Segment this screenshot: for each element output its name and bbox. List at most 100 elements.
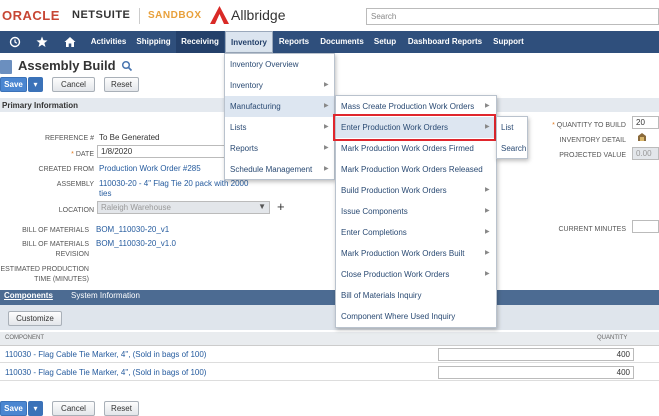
menu-close-work-orders[interactable]: Close Production Work Orders ▶ xyxy=(336,264,496,285)
components-table-header: COMPONENT QUANTITY xyxy=(0,332,659,346)
main-nav: Activities Shipping Receiving Inventory … xyxy=(0,31,659,53)
chevron-right-icon: ▶ xyxy=(324,103,329,109)
reference-label: REFERENCE # xyxy=(44,135,94,142)
menu-list[interactable]: List xyxy=(497,117,527,138)
menu-enter-completions[interactable]: Enter Completions ▶ xyxy=(336,222,496,243)
tab-components[interactable]: Components xyxy=(4,291,53,300)
projected-value-label: PROJECTED VALUE xyxy=(559,152,626,159)
bom-link[interactable]: BOM_110030-20_v1 xyxy=(96,225,169,235)
allbridge-logo-icon xyxy=(210,6,229,24)
logo-divider xyxy=(139,8,140,24)
component-quantity[interactable]: 400 xyxy=(438,366,634,379)
bom-revision-label-2: REVISION xyxy=(55,251,89,258)
company-name: Allbridge xyxy=(231,7,286,23)
current-minutes-label: CURRENT MINUTES xyxy=(558,226,626,233)
bottom-save-dropdown-button[interactable]: ▾ xyxy=(28,401,43,416)
history-icon[interactable] xyxy=(9,36,21,48)
chevron-right-icon: ▶ xyxy=(485,271,490,277)
cancel-button[interactable]: Cancel xyxy=(52,77,95,92)
location-label: LOCATION xyxy=(58,207,94,214)
date-field[interactable]: 1/8/2020 xyxy=(97,145,225,158)
component-quantity[interactable]: 400 xyxy=(438,348,634,361)
menu-bom-inquiry[interactable]: Bill of Materials Inquiry xyxy=(336,285,496,306)
reset-button[interactable]: Reset xyxy=(104,77,139,92)
customize-button[interactable]: Customize xyxy=(8,311,62,326)
menu-lists[interactable]: Lists ▶ xyxy=(225,117,334,138)
inventory-menu: Inventory Overview Inventory ▶ Manufactur… xyxy=(224,53,335,180)
nav-reports[interactable]: Reports xyxy=(275,31,313,53)
menu-mark-firmed[interactable]: Mark Production Work Orders Firmed xyxy=(336,138,496,159)
assembly-link-continued[interactable]: ties xyxy=(99,189,111,199)
menu-issue-components[interactable]: Issue Components ▶ xyxy=(336,201,496,222)
save-button[interactable]: Save xyxy=(0,77,27,92)
bom-label: BILL OF MATERIALS xyxy=(22,227,89,234)
highlight-box xyxy=(333,114,496,141)
location-value: Raleigh Warehouse xyxy=(101,203,171,212)
menu-build-work-orders[interactable]: Build Production Work Orders ▶ xyxy=(336,180,496,201)
chevron-right-icon: ▶ xyxy=(324,82,329,88)
chevron-right-icon: ▶ xyxy=(485,187,490,193)
top-bar: ORACLE NETSUITE SANDBOX Allbridge Search xyxy=(0,0,659,30)
menu-component-where-used[interactable]: Component Where Used Inquiry xyxy=(336,306,496,327)
nav-inventory[interactable]: Inventory xyxy=(225,31,273,53)
subtab-bar: Components System Information xyxy=(0,290,659,305)
column-component: COMPONENT xyxy=(5,335,44,341)
home-icon[interactable] xyxy=(64,36,76,48)
bottom-cancel-button[interactable]: Cancel xyxy=(52,401,95,416)
menu-search[interactable]: Search xyxy=(497,138,527,159)
nav-support[interactable]: Support xyxy=(490,31,527,53)
nav-receiving[interactable]: Receiving xyxy=(176,31,224,53)
quantity-label: * QUANTITY TO BUILD xyxy=(552,122,626,129)
menu-manufacturing[interactable]: Manufacturing ▶ xyxy=(225,96,334,117)
save-dropdown-button[interactable]: ▾ xyxy=(28,77,43,92)
projected-value-field: 0.00 xyxy=(632,147,659,160)
star-icon[interactable] xyxy=(36,36,48,48)
created-from-link[interactable]: Production Work Order #285 xyxy=(99,164,201,174)
nav-activities[interactable]: Activities xyxy=(86,31,131,53)
current-minutes-field[interactable] xyxy=(632,220,659,233)
bottom-reset-button[interactable]: Reset xyxy=(104,401,139,416)
table-row[interactable]: 110030 - Flag Cable Tie Marker, 4", (Sol… xyxy=(0,347,659,363)
chevron-down-icon: ▼ xyxy=(258,202,266,211)
nav-shipping[interactable]: Shipping xyxy=(133,31,174,53)
nav-dashboard-reports[interactable]: Dashboard Reports xyxy=(403,31,487,53)
date-label: * DATE xyxy=(71,151,94,158)
assembly-build-icon xyxy=(0,60,12,74)
assembly-link[interactable]: 110030-20 - 4" Flag Tie 20 pack with 200… xyxy=(99,179,248,189)
menu-mark-released[interactable]: Mark Production Work Orders Released xyxy=(336,159,496,180)
component-name[interactable]: 110030 - Flag Cable Tie Marker, 4", (Sol… xyxy=(5,350,206,359)
chevron-right-icon: ▶ xyxy=(485,208,490,214)
chevron-right-icon: ▶ xyxy=(324,166,329,172)
global-search-input[interactable]: Search xyxy=(366,8,659,25)
add-icon[interactable]: + xyxy=(277,199,285,214)
chevron-right-icon: ▶ xyxy=(324,124,329,130)
search-icon[interactable] xyxy=(121,60,133,72)
chevron-right-icon: ▶ xyxy=(324,145,329,151)
nav-setup[interactable]: Setup xyxy=(370,31,400,53)
netsuite-logo: NETSUITE xyxy=(72,9,131,21)
nav-documents[interactable]: Documents xyxy=(316,31,368,53)
menu-schedule-management[interactable]: Schedule Management ▶ xyxy=(225,159,334,180)
menu-inventory-overview[interactable]: Inventory Overview xyxy=(225,54,334,75)
sandbox-label: SANDBOX xyxy=(148,10,202,21)
assembly-label: ASSEMBLY xyxy=(56,181,94,188)
tab-system-information[interactable]: System Information xyxy=(71,291,140,300)
menu-inventory[interactable]: Inventory ▶ xyxy=(225,75,334,96)
enter-work-orders-submenu: List Search xyxy=(496,116,528,159)
bom-revision-link[interactable]: BOM_110030-20_v1.0 xyxy=(96,239,176,249)
est-time-label-1: ESTIMATED PRODUCTION xyxy=(0,266,89,273)
bottom-save-button[interactable]: Save xyxy=(0,401,27,416)
oracle-logo: ORACLE xyxy=(2,8,60,23)
inventory-detail-icon[interactable] xyxy=(636,131,648,143)
created-from-label: CREATED FROM xyxy=(38,166,94,173)
quantity-field[interactable]: 20 xyxy=(632,116,659,129)
est-time-label-2: TIME (MINUTES) xyxy=(34,276,89,283)
components-toolbar xyxy=(0,305,659,330)
location-select[interactable]: Raleigh Warehouse ▼ xyxy=(97,201,270,214)
menu-reports[interactable]: Reports ▶ xyxy=(225,138,334,159)
reference-value: To Be Generated xyxy=(99,133,160,142)
chevron-right-icon: ▶ xyxy=(485,229,490,235)
menu-mark-built[interactable]: Mark Production Work Orders Built ▶ xyxy=(336,243,496,264)
table-row[interactable]: 110030 - Flag Cable Tie Marker, 4", (Sol… xyxy=(0,365,659,381)
component-name[interactable]: 110030 - Flag Cable Tie Marker, 4", (Sol… xyxy=(5,368,206,377)
